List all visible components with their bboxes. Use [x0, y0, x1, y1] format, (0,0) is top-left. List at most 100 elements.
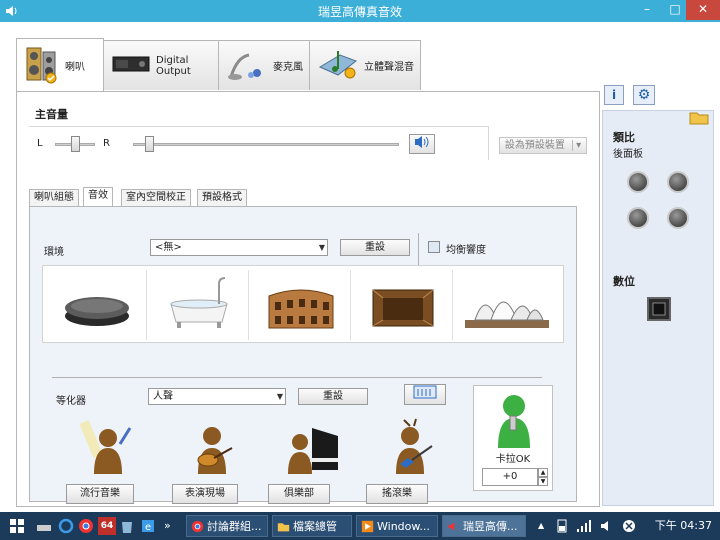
eq-preset-live[interactable]	[184, 418, 240, 478]
tab-stereo-mix[interactable]: 立體聲混音	[309, 40, 421, 90]
karaoke-icon	[498, 395, 530, 448]
eq-preset-rock[interactable]	[384, 418, 440, 478]
folder-icon[interactable]	[689, 109, 709, 128]
stereo-mix-icon	[318, 47, 358, 84]
sound-effects-panel: 環境 <無> ▼ 重設 均衡響度 等化器 人聲 ▼ 重設 流行音樂 表演現場 俱…	[29, 206, 577, 504]
analog-subtitle: 後面板	[613, 149, 643, 160]
volume-track	[133, 143, 399, 146]
wifi-signal-icon[interactable]	[576, 515, 592, 537]
devices-icon[interactable]	[36, 515, 52, 537]
tab-stereo-mix-label: 立體聲混音	[364, 62, 414, 73]
eq-preset-pop[interactable]	[79, 418, 136, 478]
rock-guitarist-icon	[396, 418, 433, 474]
tab-microphone[interactable]: 麥克風	[218, 40, 310, 90]
digital-port-icon[interactable]	[647, 297, 671, 321]
balance-right-label: R	[103, 138, 110, 149]
equalizer-select[interactable]: 人聲 ▼	[148, 388, 286, 405]
volume-icon[interactable]	[600, 515, 614, 537]
svg-text:e: e	[145, 522, 151, 533]
environment-selected: <無>	[155, 242, 182, 253]
taskbar-task-label: Window...	[377, 520, 430, 533]
tray-expand-icon[interactable]: ▲	[538, 515, 544, 537]
speaker-volume-icon	[415, 136, 429, 148]
info-button[interactable]: i	[604, 85, 624, 105]
start-windows-icon[interactable]	[10, 515, 24, 537]
folder-icon	[277, 523, 290, 532]
equalizer-group: 等化器 人聲 ▼ 重設 流行音樂 表演現場 俱樂部 搖滾樂	[52, 377, 542, 504]
analog-title: 類比	[613, 131, 635, 144]
battery-icon[interactable]	[556, 515, 568, 537]
notification-icon[interactable]	[622, 515, 636, 537]
settings-gear-icon[interactable]: ⚙	[633, 85, 655, 105]
live-guitarist-icon	[197, 427, 233, 474]
taskbar-task-explorer[interactable]: 檔案總管	[272, 515, 352, 537]
taskbar-task-label: 檔案總管	[293, 520, 337, 533]
taskbar-task-chrome[interactable]: 討論群組...	[186, 515, 268, 537]
environment-reset-button[interactable]: 重設	[340, 239, 410, 256]
karaoke-label: 卡拉OK	[495, 454, 531, 465]
eq-club-button[interactable]: 俱樂部	[268, 484, 330, 504]
opera-house-icon	[465, 301, 549, 328]
taskbar-task-label: 瑞昱高傳...	[463, 520, 518, 533]
environment-tile-stone[interactable]	[47, 270, 147, 340]
karaoke-value-field[interactable]: +0	[482, 468, 538, 486]
equalizer-selected: 人聲	[153, 391, 173, 402]
environment-presets	[42, 265, 564, 343]
audio-jack-1[interactable]	[627, 171, 649, 193]
environment-select[interactable]: <無> ▼	[150, 239, 328, 256]
mute-button[interactable]	[409, 134, 435, 154]
speakers-icon	[25, 44, 59, 87]
taskbar-task-audio[interactable]: 瑞昱高傳...	[442, 515, 526, 537]
environment-tile-concert-hall[interactable]	[455, 270, 555, 340]
environment-tile-room[interactable]	[353, 270, 453, 340]
window-title-bar[interactable]: 瑞昱高傳真音效 – □ ✕	[0, 0, 720, 22]
speaker-icon	[448, 522, 455, 531]
loudness-checkbox[interactable]	[428, 241, 440, 253]
divider	[418, 233, 419, 265]
graphic-eq-icon	[413, 385, 437, 399]
tab-microphone-label: 麥克風	[273, 62, 303, 73]
eq-pop-button[interactable]: 流行音樂	[66, 484, 134, 504]
stepper-up-icon[interactable]: ▲	[538, 468, 548, 477]
set-default-device-label: 設為預設裝置	[504, 140, 565, 151]
volume-slider[interactable]	[144, 136, 154, 152]
balance-left-label: L	[37, 138, 43, 149]
taskbar-task-media[interactable]: Window...	[356, 515, 438, 537]
chevron-down-icon[interactable]: ▾	[572, 140, 582, 151]
audio-jack-2[interactable]	[667, 171, 689, 193]
taskbar-clock[interactable]: 下午 04:37	[648, 515, 712, 537]
eq-rock-button[interactable]: 搖滾樂	[366, 484, 428, 504]
environment-tile-arena[interactable]	[251, 270, 351, 340]
internet-explorer-icon[interactable]	[58, 515, 74, 537]
minimize-button[interactable]: –	[632, 0, 662, 20]
eq-preset-club[interactable]	[284, 418, 340, 478]
eq-live-button[interactable]: 表演現場	[172, 484, 238, 504]
taskbar: 64 e » 討論群組... 檔案總管 Window... 瑞昱高傳... ▲ …	[0, 512, 720, 540]
overflow-icon[interactable]: »	[164, 515, 171, 537]
tab-room-correction[interactable]: 室內空間校正	[121, 189, 191, 206]
bathtub-icon	[170, 277, 228, 328]
audio-jack-3[interactable]	[627, 207, 649, 229]
audio-jack-4[interactable]	[667, 207, 689, 229]
equalizer-reset-button[interactable]: 重設	[298, 388, 368, 405]
environment-tile-bathroom[interactable]	[149, 270, 249, 340]
tab-sound-effects[interactable]: 音效	[83, 187, 113, 206]
close-button[interactable]: ✕	[686, 0, 720, 20]
chevron-down-icon: ▼	[276, 392, 283, 401]
chevron-down-icon: ▼	[318, 243, 325, 252]
tab-digital-output[interactable]: Digital Output	[103, 40, 219, 90]
stepper-down-icon[interactable]: ▼	[538, 477, 548, 486]
app-badge[interactable]: 64	[98, 517, 116, 535]
environment-label: 環境	[44, 247, 64, 258]
set-default-device-button[interactable]: 設為預設裝置 ▾	[499, 137, 587, 154]
ie-alt-icon[interactable]: e	[140, 515, 156, 537]
club-pianist-icon	[288, 428, 338, 474]
tab-speaker-configuration[interactable]: 喇叭組態	[29, 189, 79, 206]
tab-default-format[interactable]: 預設格式	[197, 189, 247, 206]
balance-slider[interactable]	[71, 136, 80, 152]
graphic-eq-button[interactable]	[404, 384, 446, 405]
chrome-icon[interactable]	[78, 515, 94, 537]
tab-speakers[interactable]: 喇叭	[16, 38, 104, 92]
wooden-room-icon	[372, 289, 434, 327]
recycle-bin-icon[interactable]	[120, 515, 134, 537]
